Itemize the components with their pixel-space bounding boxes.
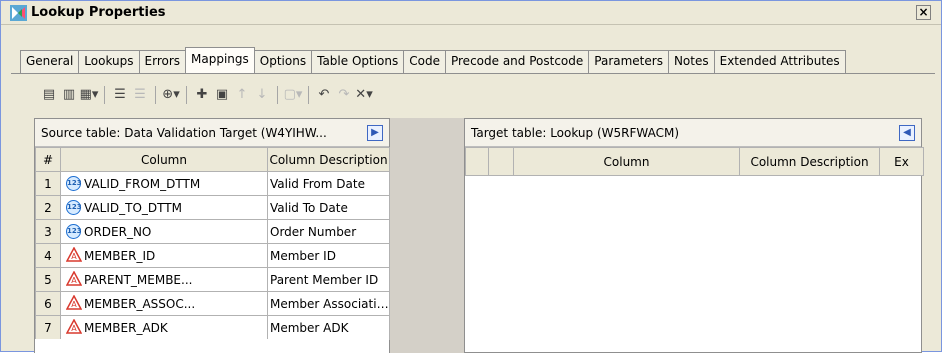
column-header-column: Column — [60, 147, 268, 172]
property-tabs: General Lookups Errors Mappings Options … — [20, 47, 846, 73]
toolbar-separator — [155, 86, 156, 104]
character-column-icon: A — [66, 319, 82, 334]
table-row[interactable]: 1 123 VALID_FROM_DTTM Valid From Date — [35, 171, 390, 196]
character-column-icon: A — [66, 271, 82, 286]
table-row[interactable]: 7 A MEMBER_ADK Member ADK — [35, 315, 390, 340]
title-bar: Lookup Properties × — [1, 1, 941, 25]
tab-mappings[interactable]: Mappings — [185, 47, 255, 73]
move-up-icon: ↑ — [236, 87, 248, 102]
tab-notes[interactable]: Notes — [667, 50, 715, 73]
svg-text:A: A — [71, 276, 77, 285]
source-table-panel: Source table: Data Validation Target (W4… — [34, 118, 390, 354]
target-columns-table: Column Column Description Ex — [465, 147, 924, 176]
svg-text:A: A — [71, 252, 77, 261]
tab-table-options[interactable]: Table Options — [311, 50, 405, 73]
map-columns-icon[interactable]: ▤ — [41, 87, 57, 103]
toolbar-separator — [104, 86, 105, 104]
lookup-icon — [10, 5, 27, 21]
table-row[interactable]: 6 A MEMBER_ASSOC... Member Association..… — [35, 291, 390, 316]
toolbar-separator — [186, 86, 187, 104]
align-rows-icon[interactable]: ☰ — [112, 87, 128, 103]
table-row[interactable]: 2 123 VALID_TO_DTTM Valid To Date — [35, 195, 390, 220]
delete-column-icon[interactable]: ▣ — [214, 87, 230, 103]
target-column-header-description: Column Description — [739, 147, 880, 176]
target-column-header-blank-1 — [465, 147, 489, 176]
move-down-icon: ↓ — [256, 87, 268, 102]
expression-icon[interactable]: ⊕▾ — [162, 87, 179, 103]
disabled-list-icon: ☰ — [134, 87, 146, 102]
undo-icon[interactable]: ↶ — [316, 87, 332, 103]
target-table-panel: Target table: Lookup (W5RFWACM) ◀ Column… — [464, 118, 924, 353]
toolbar-separator — [277, 86, 278, 104]
mapping-divider-area — [390, 118, 464, 353]
redo-icon: ↷ — [338, 87, 350, 102]
character-column-icon: A — [66, 295, 82, 310]
target-table-title: Target table: Lookup (W5RFWACM) — [471, 126, 680, 140]
target-table-header: Target table: Lookup (W5RFWACM) ◀ — [465, 119, 921, 147]
target-column-header-extra: Ex — [879, 147, 924, 176]
target-column-header-blank-2 — [488, 147, 514, 176]
toolbar-separator — [308, 86, 309, 104]
tab-general[interactable]: General — [20, 50, 80, 73]
tab-divider — [11, 73, 935, 74]
new-column-icon[interactable]: ✚ — [194, 87, 210, 103]
properties-icon: ▢▾ — [283, 87, 303, 102]
table-row[interactable]: 5 A PARENT_MEMBE... Parent Member ID — [35, 267, 390, 292]
column-header-description: Column Description — [267, 147, 390, 172]
expand-source-button[interactable]: ▶ — [367, 125, 383, 141]
numeric-column-icon: 123 — [66, 224, 82, 239]
table-row[interactable]: 4 A MEMBER_ID Member ID — [35, 243, 390, 268]
svg-text:A: A — [71, 324, 77, 333]
numeric-column-icon: 123 — [66, 200, 82, 215]
lookup-properties-window: Lookup Properties × General Lookups Erro… — [0, 0, 942, 354]
tab-code[interactable]: Code — [403, 50, 446, 73]
source-columns-table: # Column Column Description 1 123 VALID_F… — [35, 147, 390, 340]
tab-lookups[interactable]: Lookups — [78, 50, 140, 73]
window-title: Lookup Properties — [31, 5, 166, 20]
column-header-number: # — [35, 147, 61, 172]
column-options-icon[interactable]: ▦▾ — [80, 87, 99, 103]
source-table-header: Source table: Data Validation Target (W4… — [35, 119, 389, 147]
tab-errors[interactable]: Errors — [138, 50, 187, 73]
target-column-header-column: Column — [513, 147, 740, 176]
source-table-title: Source table: Data Validation Target (W4… — [41, 126, 327, 140]
tab-options[interactable]: Options — [253, 50, 313, 73]
mapping-toolbar: ▤ ▥ ▦▾ ☰ ☰ ⊕▾ ✚ ▣ ↑ ↓ ▢▾ ↶ ↷ ✕▾ — [41, 84, 519, 106]
collapse-target-button[interactable]: ◀ — [899, 125, 915, 141]
close-button[interactable]: × — [916, 5, 931, 20]
tab-precode-postcode[interactable]: Precode and Postcode — [444, 50, 590, 73]
tab-extended-attributes[interactable]: Extended Attributes — [713, 50, 846, 73]
table-row[interactable]: 3 123 ORDER_NO Order Number — [35, 219, 390, 244]
svg-text:A: A — [71, 300, 77, 309]
character-column-icon: A — [66, 247, 82, 262]
delete-icon[interactable]: ✕▾ — [355, 87, 372, 103]
numeric-column-icon: 123 — [66, 176, 82, 191]
import-columns-icon[interactable]: ▥ — [61, 87, 77, 103]
tab-parameters[interactable]: Parameters — [588, 50, 669, 73]
